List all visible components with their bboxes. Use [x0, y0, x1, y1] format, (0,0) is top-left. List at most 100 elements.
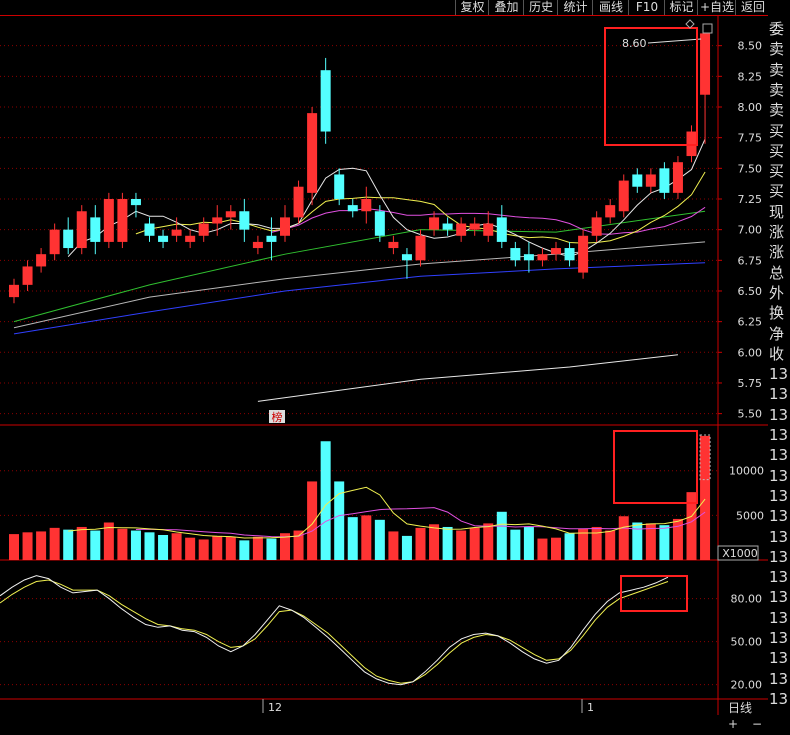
toolbar-button-7[interactable]: 标记: [664, 0, 698, 15]
volume-bar: [496, 511, 507, 560]
quote-label: 13: [769, 649, 789, 668]
stock-chart: 8.50 8.25 8.00 7.75 7.50 7.25 7.00 6.75 6.50 6.25…: [0, 15, 768, 715]
price-tick-label: 6.25: [738, 316, 763, 329]
candle-body: [130, 198, 141, 206]
volume-bar: [618, 516, 629, 560]
candle-body: [90, 217, 101, 242]
candle-body: [144, 223, 155, 236]
candle-body: [415, 235, 426, 261]
quote-label: 13: [769, 466, 789, 485]
candle-body: [361, 198, 372, 212]
price-tick-label: 6.75: [738, 254, 763, 267]
candle-body: [564, 248, 575, 261]
toolbar-button-3[interactable]: 历史: [523, 0, 558, 15]
period-tabs: 日线 + −: [718, 697, 768, 735]
quote-label: 13: [769, 608, 789, 627]
volume-bar: [266, 538, 277, 560]
candle-body: [632, 174, 643, 187]
date-label: 12: [268, 701, 282, 714]
toolbar-button-9[interactable]: 返回: [735, 0, 770, 15]
zoom-out-button[interactable]: −: [752, 717, 762, 731]
quote-label: 13: [769, 405, 789, 424]
quote-label: 卖: [769, 101, 785, 120]
price-tick-label: 8.50: [738, 40, 763, 53]
candle-body: [700, 33, 711, 95]
candle-body: [239, 211, 250, 230]
candle-body: [103, 198, 114, 242]
quote-label: 涨: [769, 223, 785, 241]
volume-bar: [63, 529, 74, 560]
quote-label: 13: [769, 385, 789, 404]
volume-bar: [469, 527, 480, 560]
volume-bar: [374, 519, 385, 560]
candle-body: [158, 235, 169, 242]
candle-body: [252, 241, 263, 249]
ma-line-long: [257, 354, 679, 402]
toolbar-button-4[interactable]: 统计: [557, 0, 593, 15]
toolbar: 复权 叠加 历史 统计 画线 F10 标记 +自选 返回: [0, 0, 790, 15]
quote-label: 换: [769, 304, 785, 323]
volume-bar: [401, 535, 412, 560]
volume-bar: [523, 526, 534, 560]
volume-bar: [510, 529, 521, 560]
quote-label: 13: [769, 568, 789, 587]
candle-body: [36, 254, 47, 267]
quote-label: 13: [769, 446, 789, 465]
quote-label: 13: [769, 547, 789, 566]
candle-body: [618, 180, 629, 212]
candle-body: [117, 198, 128, 242]
quote-label: 净: [769, 324, 785, 343]
quote-label: 委: [769, 20, 785, 38]
candle-body: [212, 217, 223, 224]
volume-bar: [198, 539, 209, 560]
date-label: 1: [587, 701, 594, 714]
volume-bar: [185, 537, 196, 560]
candle-body: [307, 113, 318, 193]
ma-line-gray: [13, 241, 706, 329]
price-tick-label: 6.50: [738, 285, 763, 298]
volume-bar: [591, 526, 602, 560]
volume-unit-label: X1000: [722, 547, 758, 560]
candle-body: [334, 174, 345, 199]
candle-body: [388, 241, 399, 249]
toolbar-button-1[interactable]: 复权: [455, 0, 489, 15]
candle-body: [537, 254, 548, 261]
candle-body: [320, 70, 331, 132]
volume-bar: [456, 530, 467, 560]
candle-body: [76, 211, 87, 249]
panel-toggle-icon[interactable]: [702, 23, 713, 34]
volume-tick-label: 10000: [729, 465, 764, 478]
highlight-box: [613, 430, 698, 504]
price-tick-label: 7.75: [738, 132, 763, 145]
price-tick-label: 8.25: [738, 70, 763, 83]
candle-body: [225, 211, 236, 218]
zoom-in-button[interactable]: +: [728, 717, 738, 731]
toolbar-button-6[interactable]: F10: [628, 0, 665, 15]
volume-bar: [252, 536, 263, 560]
candle-body: [374, 211, 385, 236]
volume-bar: [307, 481, 318, 560]
volume-bar: [117, 528, 128, 560]
candle-body: [171, 229, 182, 236]
toolbar-button-8[interactable]: +自选: [697, 0, 736, 15]
volume-bar: [171, 533, 182, 560]
candle-body: [9, 284, 19, 298]
kdj-tick-label: 20.00: [731, 679, 763, 692]
highlight-box: [620, 575, 688, 612]
quote-label: 13: [769, 669, 789, 688]
candle-body: [185, 235, 196, 242]
candle-body: [442, 223, 453, 230]
candle-body: [401, 254, 412, 261]
volume-bar: [537, 538, 548, 560]
toolbar-button-2[interactable]: 叠加: [488, 0, 524, 15]
period-tab-daily[interactable]: 日线: [728, 699, 752, 716]
price-tick-label: 5.75: [738, 377, 763, 390]
volume-bar: [347, 517, 358, 560]
price-tick-label: 7.25: [738, 193, 763, 206]
price-tick-label: 6.00: [738, 346, 763, 359]
candle-body: [510, 248, 521, 261]
volume-bar: [564, 533, 575, 560]
quote-label: 13: [769, 426, 789, 444]
toolbar-button-5[interactable]: 画线: [592, 0, 629, 15]
quote-label: 现: [769, 202, 785, 221]
